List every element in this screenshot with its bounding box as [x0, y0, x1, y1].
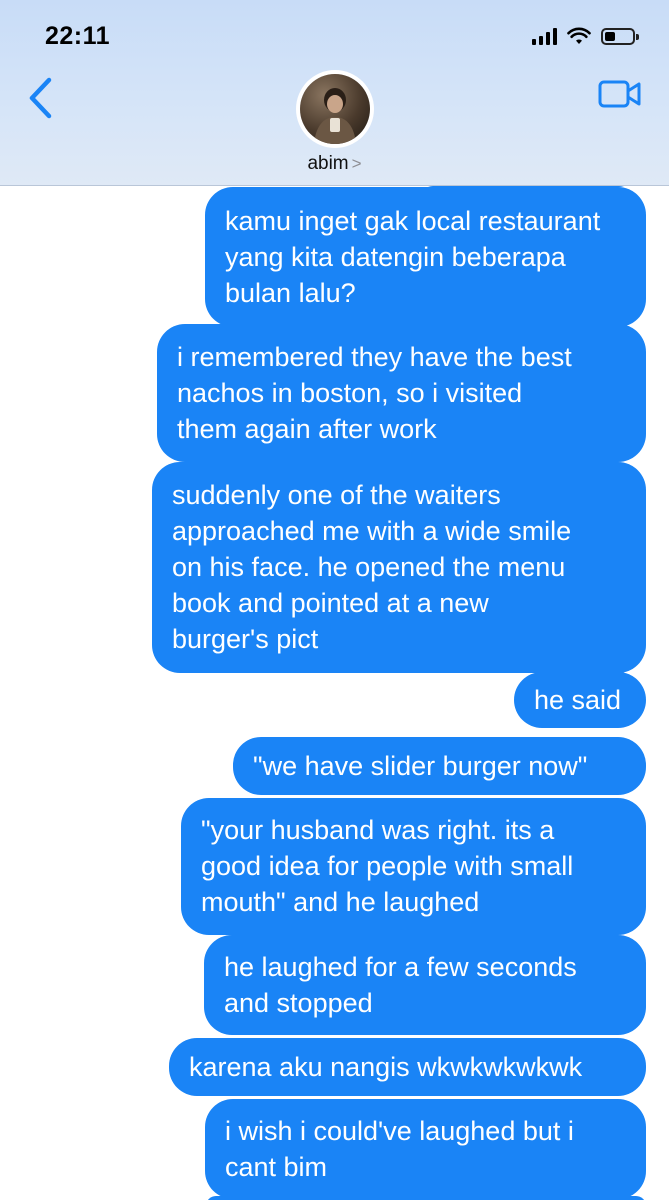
- chevron-right-icon: >: [351, 154, 362, 173]
- battery-icon: [601, 27, 639, 45]
- avatar-photo-icon: [314, 88, 356, 144]
- message-bubble-6[interactable]: "your husband was right. its a good idea…: [181, 798, 646, 935]
- message-bubble-7[interactable]: he laughed for a few seconds and stopped: [204, 935, 646, 1035]
- status-icons: [532, 22, 639, 50]
- conversation-header: 22:11 abim >: [0, 0, 669, 186]
- status-time: 22:11: [45, 22, 111, 50]
- wifi-icon: [567, 27, 591, 44]
- contact-avatar[interactable]: [296, 70, 374, 148]
- back-button[interactable]: [22, 72, 62, 124]
- contact-name-button[interactable]: abim >: [0, 153, 669, 175]
- contact-name: abim: [307, 153, 349, 174]
- chevron-left-icon: [29, 77, 52, 119]
- message-bubble-2[interactable]: i remembered they have the best nachos i…: [157, 324, 646, 462]
- facetime-video-button[interactable]: [598, 80, 642, 108]
- message-bubble-4[interactable]: he said: [514, 672, 646, 728]
- message-bubble-8[interactable]: karena aku nangis wkwkwkwkwk: [169, 1038, 646, 1096]
- message-bubble-9[interactable]: i wish i could've laughed but i cant bim: [205, 1099, 646, 1199]
- message-bubble-5[interactable]: "we have slider burger now": [233, 737, 646, 795]
- imessage-screen: kamu inget gak local restaurant yang kit…: [0, 0, 669, 1200]
- video-camera-icon: [598, 80, 641, 108]
- cellular-signal-icon: [532, 27, 557, 45]
- message-bubble-3[interactable]: suddenly one of the waiters approached m…: [152, 462, 646, 673]
- partial-message-bubble-bottom: [206, 1196, 646, 1200]
- message-bubble-1[interactable]: kamu inget gak local restaurant yang kit…: [205, 187, 646, 327]
